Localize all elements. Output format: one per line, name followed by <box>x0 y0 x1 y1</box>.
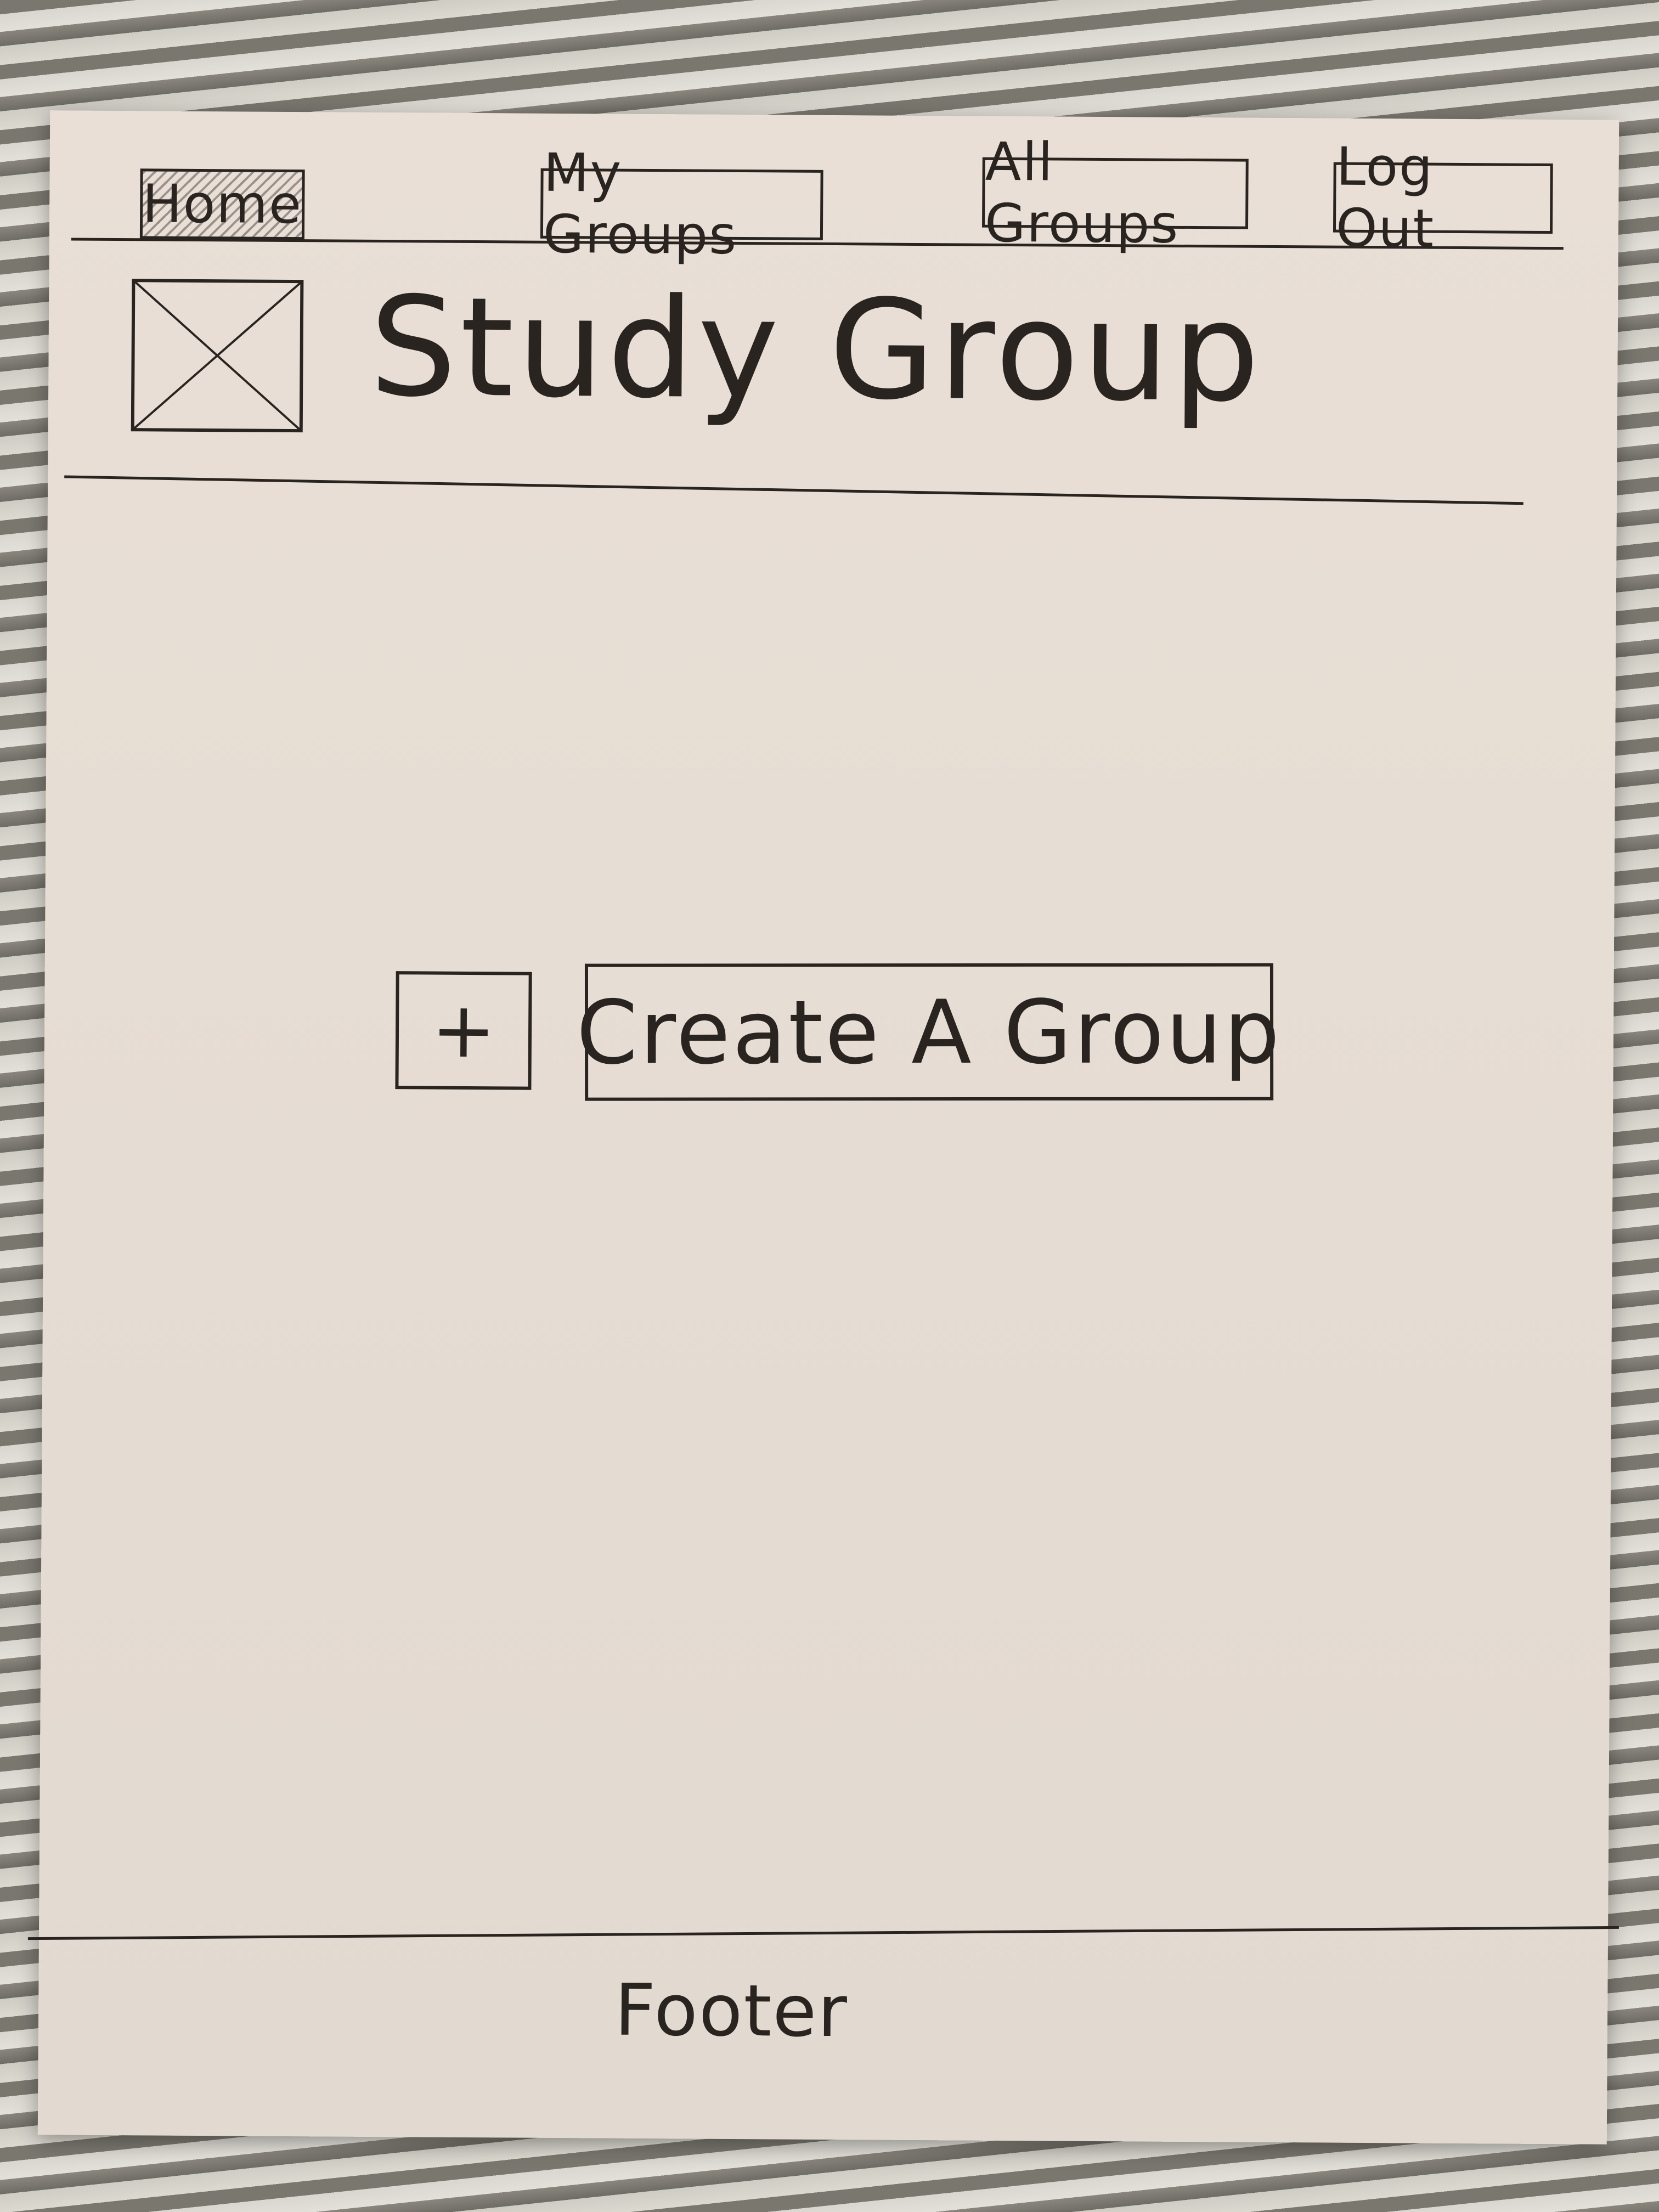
create-group-button[interactable]: Create A Group <box>577 963 1282 1101</box>
nav-my-groups-button[interactable]: My Groups <box>540 142 823 266</box>
image-placeholder-icon <box>131 279 304 433</box>
footer-label: Footer <box>614 1968 849 2053</box>
nav-log-out-button[interactable]: Log Out <box>1333 136 1553 259</box>
sketch-paper: Home My Groups All Groups Log Out Study … <box>27 110 1620 2145</box>
header-divider <box>64 475 1523 505</box>
add-group-icon-button[interactable]: + <box>395 971 532 1090</box>
page-title: Study Group <box>369 267 1263 432</box>
nav-all-groups-button[interactable]: All Groups <box>982 131 1249 255</box>
nav-home-button[interactable]: Home <box>139 168 305 240</box>
footer-divider <box>27 1926 1619 1940</box>
